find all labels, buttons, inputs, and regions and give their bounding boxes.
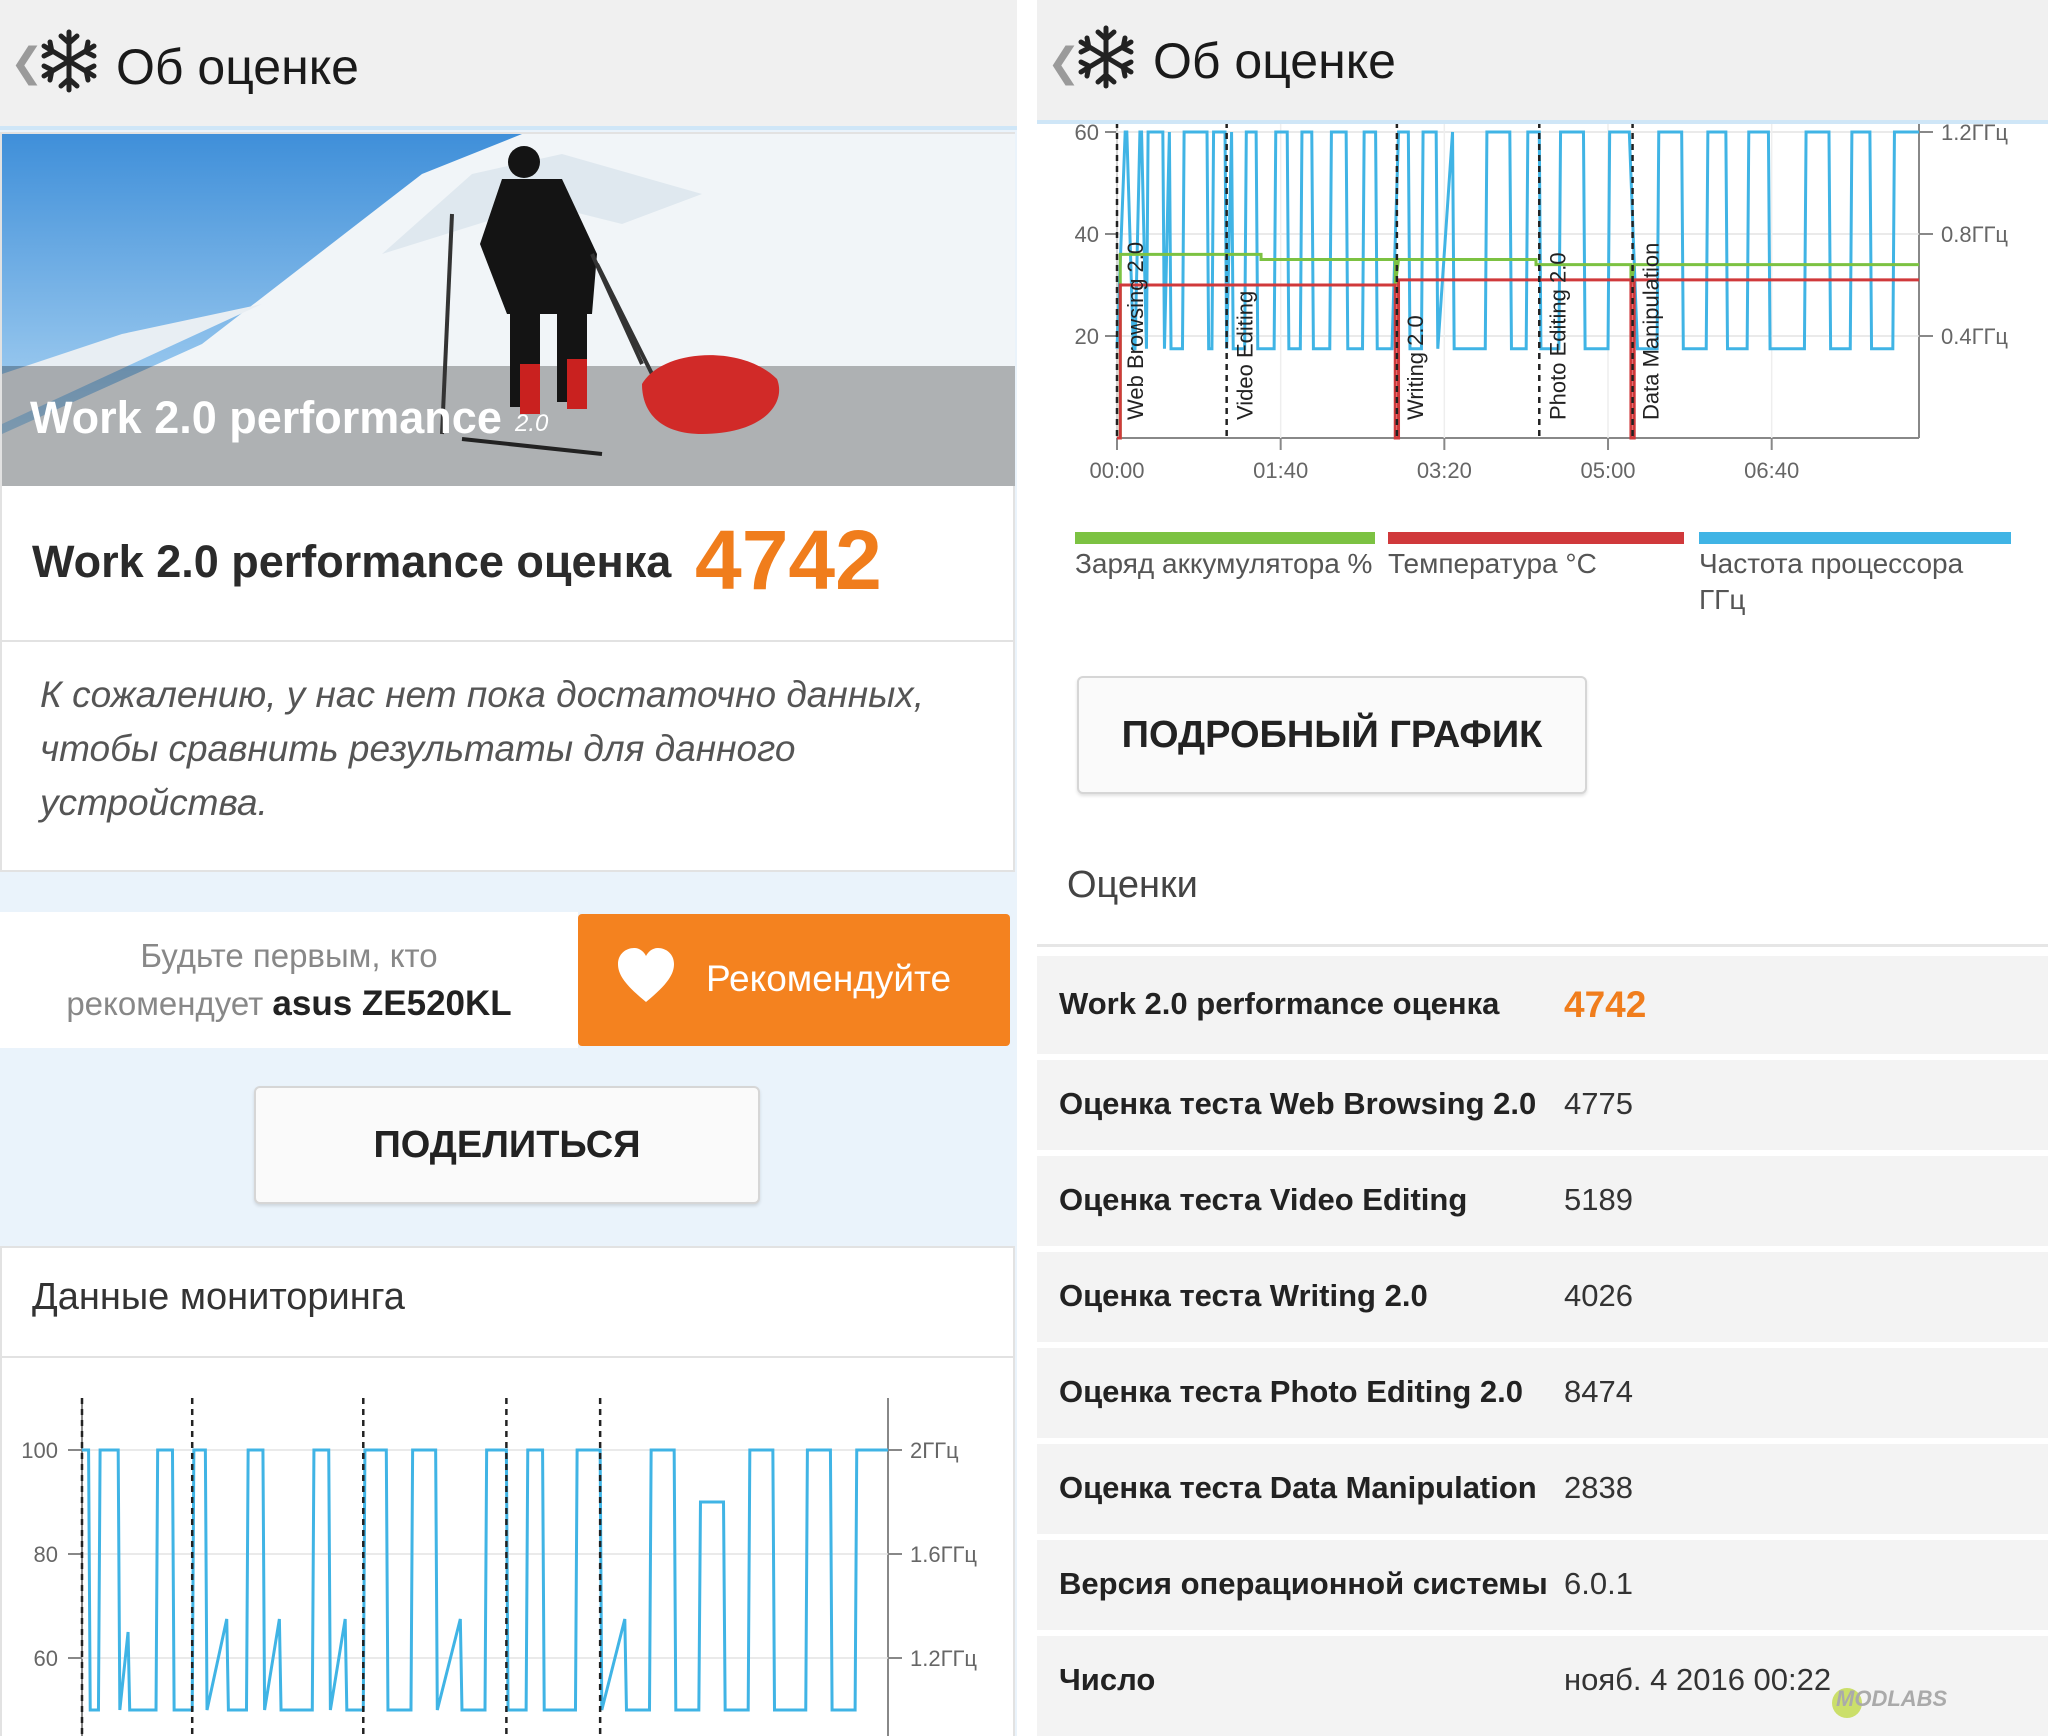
heart-icon xyxy=(618,948,674,1002)
score-name: Оценка теста Writing 2.0 xyxy=(1059,1278,1428,1313)
left-screen: ❮ Об оценке Work 2.0 performance 2.0 Wor… xyxy=(0,0,1017,1736)
score-value: нояб. 4 2016 00:22 xyxy=(1564,1662,1832,1697)
score-value: 4742 xyxy=(1564,984,1647,1025)
y-right-tick-label: 2ГГц xyxy=(910,1438,959,1463)
legend-temp: Температура °C xyxy=(1388,548,1597,579)
y-tick-label: 100 xyxy=(21,1438,58,1463)
x-tick-label: 00:00 xyxy=(1089,458,1144,483)
test-marker-label: Writing 2.0 xyxy=(1403,315,1428,420)
test-marker-label: Video Editing xyxy=(1233,291,1258,420)
test-marker-label: Photo Editing 2.0 xyxy=(1545,252,1570,420)
y-tick-label: 60 xyxy=(34,1646,58,1671)
right-screen: 20 40 60 0.4ГГц 0.8ГГц 1.2ГГц 00:00 01:40 03:20 0… xyxy=(1037,0,2048,1736)
divider xyxy=(1037,944,2048,947)
scores-title: Оценки xyxy=(1067,864,1198,906)
monitoring-title: Данные мониторинга xyxy=(32,1276,405,1318)
score-name: Work 2.0 performance оценка xyxy=(1059,986,1500,1021)
legend-cpu: Частота процессора ГГц xyxy=(1699,548,1964,615)
recommend-text: Будьте первым, кто рекомендует asus ZE52… xyxy=(0,912,578,1048)
detailed-chart-button[interactable]: ПОДРОБНЫЙ ГРАФИК xyxy=(1077,676,1587,794)
y-right-tick-label: 1.6ГГц xyxy=(910,1542,977,1567)
app-header-right: ❮ Об оценке xyxy=(1037,0,2048,124)
monitoring-chart-partial: 60 80 100 1.2ГГц 1.6ГГц 2ГГц xyxy=(21,1398,977,1736)
table-row: Оценка теста Photo Editing 2.0 8474 xyxy=(1037,1342,2048,1438)
monitoring-chart: 2040600.4ГГц0.8ГГц1.2ГГц00:00 01:40 03:20 0… xyxy=(1075,100,2008,483)
legend-swatch-battery xyxy=(1075,532,1375,544)
share-button[interactable]: ПОДЕЛИТЬСЯ xyxy=(254,1086,760,1204)
score-value: 4742 xyxy=(695,513,882,607)
no-data-message: К сожалению, у нас нет пока достаточно д… xyxy=(40,674,925,823)
table-row: Версия операционной системы 6.0.1 xyxy=(1037,1534,2048,1630)
y-right-tick-label: 0.4ГГц xyxy=(1941,324,2008,349)
table-row: Оценка теста Video Editing 5189 xyxy=(1037,1150,2048,1246)
score-value: 8474 xyxy=(1564,1374,1633,1409)
hero-version: 2.0 xyxy=(515,410,549,437)
table-row: Оценка теста Writing 2.0 4026 xyxy=(1037,1246,2048,1342)
legend-swatch-cpu xyxy=(1699,532,2011,544)
y-tick-label: 20 xyxy=(1075,324,1099,349)
score-label: Work 2.0 performance оценка xyxy=(32,536,672,587)
legend-swatch-temp xyxy=(1388,532,1684,544)
x-tick-label: 03:20 xyxy=(1417,458,1472,483)
recommend-button[interactable]: Рекомендуйте xyxy=(578,914,1010,1046)
score-name: Версия операционной системы xyxy=(1059,1566,1548,1601)
watermark: MODLABS xyxy=(1836,1686,1948,1711)
x-tick-label: 06:40 xyxy=(1744,458,1799,483)
y-tick-label: 40 xyxy=(1075,222,1099,247)
score-value: 4775 xyxy=(1564,1086,1633,1121)
table-row: Число нояб. 4 2016 00:22 xyxy=(1037,1630,2048,1736)
table-row: Оценка теста Web Browsing 2.0 4775 xyxy=(1037,1054,2048,1150)
score-name: Оценка теста Video Editing xyxy=(1059,1182,1468,1217)
page-title: Об оценке xyxy=(116,39,359,95)
pane-divider xyxy=(1017,0,1037,1736)
score-name: Число xyxy=(1059,1662,1156,1697)
app-header: ❮ Об оценке xyxy=(0,0,1017,130)
score-value: 6.0.1 xyxy=(1564,1566,1633,1601)
snowflake-icon xyxy=(1078,25,1134,89)
x-tick-label: 01:40 xyxy=(1253,458,1308,483)
series-line-cpu-frequency xyxy=(82,1448,888,1712)
legend-battery: Заряд аккумулятора % xyxy=(1075,548,1373,579)
score-name: Оценка теста Data Manipulation xyxy=(1059,1470,1537,1505)
recommend-line1: Будьте первым, кто xyxy=(140,937,438,974)
test-marker-label: Data Manipulation xyxy=(1639,243,1664,420)
recommend-button-label: Рекомендуйте xyxy=(706,958,952,999)
score-name: Оценка теста Web Browsing 2.0 xyxy=(1059,1086,1537,1121)
recommend-bar: Будьте первым, кто рекомендует asus ZE52… xyxy=(0,912,1017,1048)
snowflake-icon xyxy=(41,29,97,93)
y-tick-label: 80 xyxy=(34,1542,58,1567)
score-name: Оценка теста Photo Editing 2.0 xyxy=(1059,1374,1523,1409)
y-right-tick-label: 0.8ГГц xyxy=(1941,222,2008,247)
table-row: Оценка теста Data Manipulation 2838 xyxy=(1037,1438,2048,1534)
table-row: Work 2.0 performance оценка 4742 xyxy=(1037,950,2048,1054)
hero-title: Work 2.0 performance xyxy=(30,392,502,443)
device-name: asus ZE520KL xyxy=(272,984,512,1023)
score-value: 5189 xyxy=(1564,1182,1633,1217)
page-title-right: Об оценке xyxy=(1153,33,1396,89)
y-right-tick-label: 1.2ГГц xyxy=(910,1646,977,1671)
recommend-line2: рекомендует xyxy=(66,985,273,1022)
score-value: 2838 xyxy=(1564,1470,1633,1505)
score-value: 4026 xyxy=(1564,1278,1633,1313)
x-tick-label: 05:00 xyxy=(1580,458,1635,483)
test-marker-label: Web Browsing 2.0 xyxy=(1123,242,1148,420)
